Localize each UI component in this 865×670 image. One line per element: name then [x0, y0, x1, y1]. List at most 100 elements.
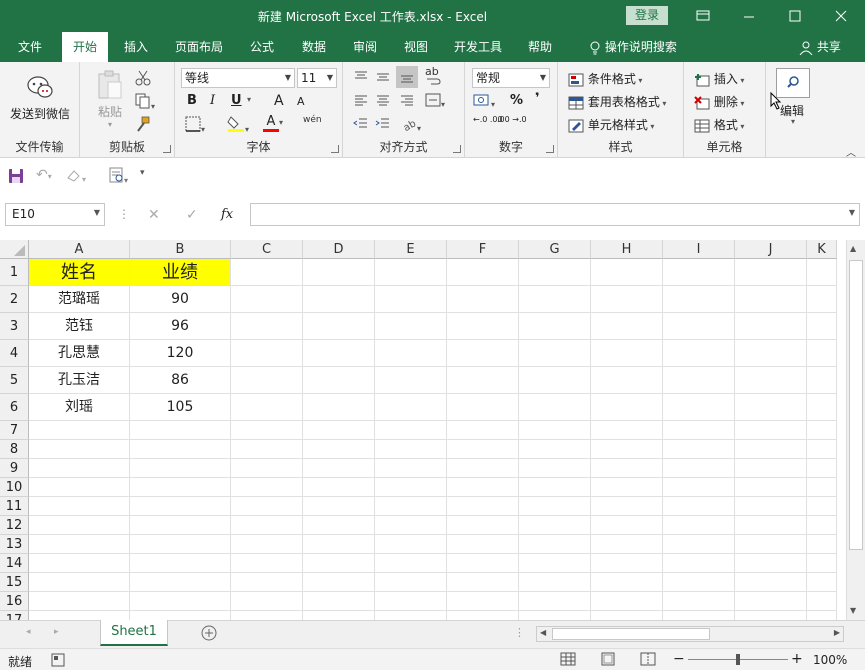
cell-b6[interactable]: 105 — [130, 394, 231, 421]
cell-a3[interactable]: 范钰 — [29, 313, 130, 340]
cell-c13[interactable] — [231, 535, 303, 554]
minimize-icon[interactable] — [726, 0, 772, 32]
header-cell-b1[interactable]: 业绩 — [130, 259, 231, 286]
cell-c11[interactable] — [231, 497, 303, 516]
cell-b9[interactable] — [130, 459, 231, 478]
cell-k8[interactable] — [807, 440, 837, 459]
column-header-f[interactable]: F — [447, 240, 519, 259]
cell-g2[interactable] — [519, 286, 591, 313]
page-break-view-icon[interactable] — [640, 652, 656, 669]
cell-e14[interactable] — [375, 554, 447, 573]
row-header-15[interactable]: 15 — [0, 573, 29, 592]
cell-e15[interactable] — [375, 573, 447, 592]
cell-b11[interactable] — [130, 497, 231, 516]
cell-k11[interactable] — [807, 497, 837, 516]
cell-c9[interactable] — [231, 459, 303, 478]
comma-style-button[interactable]: ❜ — [535, 91, 540, 106]
scroll-right-icon[interactable]: ▶ — [834, 628, 840, 637]
cell-h10[interactable] — [591, 478, 663, 497]
column-header-a[interactable]: A — [29, 240, 130, 259]
cell-f13[interactable] — [447, 535, 519, 554]
cell-i16[interactable] — [663, 592, 735, 611]
cell-a11[interactable] — [29, 497, 130, 516]
font-size-select[interactable]: 11 ▼ — [297, 68, 337, 88]
cell-styles-button[interactable]: 单元格样式 ▾ — [568, 116, 654, 133]
cell-g14[interactable] — [519, 554, 591, 573]
decrease-indent-icon[interactable] — [353, 117, 369, 134]
cell-j3[interactable] — [735, 313, 807, 340]
cell-k7[interactable] — [807, 421, 837, 440]
cell-f6[interactable] — [447, 394, 519, 421]
worksheet-grid[interactable]: ABCDEFGHIJK1234567891011121314151617姓名业绩… — [0, 240, 846, 620]
cell-k17[interactable] — [807, 611, 837, 620]
cell-f17[interactable] — [447, 611, 519, 620]
macro-record-icon[interactable] — [51, 653, 65, 670]
cell-j4[interactable] — [735, 340, 807, 367]
cell-b13[interactable] — [130, 535, 231, 554]
expand-formula-icon[interactable]: ▼ — [849, 208, 855, 217]
cell-j9[interactable] — [735, 459, 807, 478]
undo-icon[interactable]: ↶▾ — [36, 167, 52, 183]
cell-j12[interactable] — [735, 516, 807, 535]
column-header-j[interactable]: J — [735, 240, 807, 259]
cell-e17[interactable] — [375, 611, 447, 620]
cell-k2[interactable] — [807, 286, 837, 313]
orientation-icon[interactable]: ab ▾ — [401, 117, 421, 134]
row-header-4[interactable]: 4 — [0, 340, 29, 367]
cell-b10[interactable] — [130, 478, 231, 497]
italic-button[interactable]: I — [210, 93, 215, 108]
cell-c10[interactable] — [231, 478, 303, 497]
cell-g16[interactable] — [519, 592, 591, 611]
cell-d11[interactable] — [303, 497, 375, 516]
tab-developer[interactable]: 开发工具 — [446, 32, 510, 62]
cell-f12[interactable] — [447, 516, 519, 535]
tab-split-grip-icon[interactable]: ⋮ — [514, 626, 525, 639]
cell-i12[interactable] — [663, 516, 735, 535]
cell-k1[interactable] — [807, 259, 837, 286]
cell-f1[interactable] — [447, 259, 519, 286]
row-header-14[interactable]: 14 — [0, 554, 29, 573]
cell-f15[interactable] — [447, 573, 519, 592]
ribbon-display-options-icon[interactable] — [680, 0, 726, 32]
cell-a8[interactable] — [29, 440, 130, 459]
underline-dropdown-icon[interactable]: ▾ — [247, 95, 251, 104]
cell-j14[interactable] — [735, 554, 807, 573]
cell-j17[interactable] — [735, 611, 807, 620]
row-header-8[interactable]: 8 — [0, 440, 29, 459]
cell-d15[interactable] — [303, 573, 375, 592]
borders-icon[interactable]: ▾ — [185, 116, 205, 135]
cell-d17[interactable] — [303, 611, 375, 620]
zoom-slider[interactable] — [688, 654, 788, 665]
cell-i15[interactable] — [663, 573, 735, 592]
cell-h2[interactable] — [591, 286, 663, 313]
cell-k6[interactable] — [807, 394, 837, 421]
cell-d12[interactable] — [303, 516, 375, 535]
font-name-select[interactable]: 等线 ▼ — [181, 68, 295, 88]
tab-data[interactable]: 数据 — [294, 32, 334, 62]
cell-g13[interactable] — [519, 535, 591, 554]
cell-c4[interactable] — [231, 340, 303, 367]
cell-h17[interactable] — [591, 611, 663, 620]
horizontal-scroll-thumb[interactable] — [552, 628, 710, 640]
conditional-formatting-button[interactable]: 条件格式 ▾ — [568, 70, 642, 87]
cell-g6[interactable] — [519, 394, 591, 421]
align-center-icon[interactable] — [375, 94, 391, 111]
align-right-icon[interactable] — [399, 94, 415, 111]
cell-i8[interactable] — [663, 440, 735, 459]
cell-c14[interactable] — [231, 554, 303, 573]
cell-g8[interactable] — [519, 440, 591, 459]
enter-formula-icon[interactable]: ✓ — [186, 207, 198, 223]
cell-d4[interactable] — [303, 340, 375, 367]
cell-d8[interactable] — [303, 440, 375, 459]
cell-c5[interactable] — [231, 367, 303, 394]
row-header-2[interactable]: 2 — [0, 286, 29, 313]
cell-e13[interactable] — [375, 535, 447, 554]
column-header-k[interactable]: K — [807, 240, 837, 259]
row-header-12[interactable]: 12 — [0, 516, 29, 535]
name-box[interactable]: E10 ▼ — [5, 203, 105, 226]
editing-dropdown-icon[interactable]: ▾ — [791, 117, 795, 126]
cell-k10[interactable] — [807, 478, 837, 497]
cell-i6[interactable] — [663, 394, 735, 421]
cell-c3[interactable] — [231, 313, 303, 340]
cell-b5[interactable]: 86 — [130, 367, 231, 394]
